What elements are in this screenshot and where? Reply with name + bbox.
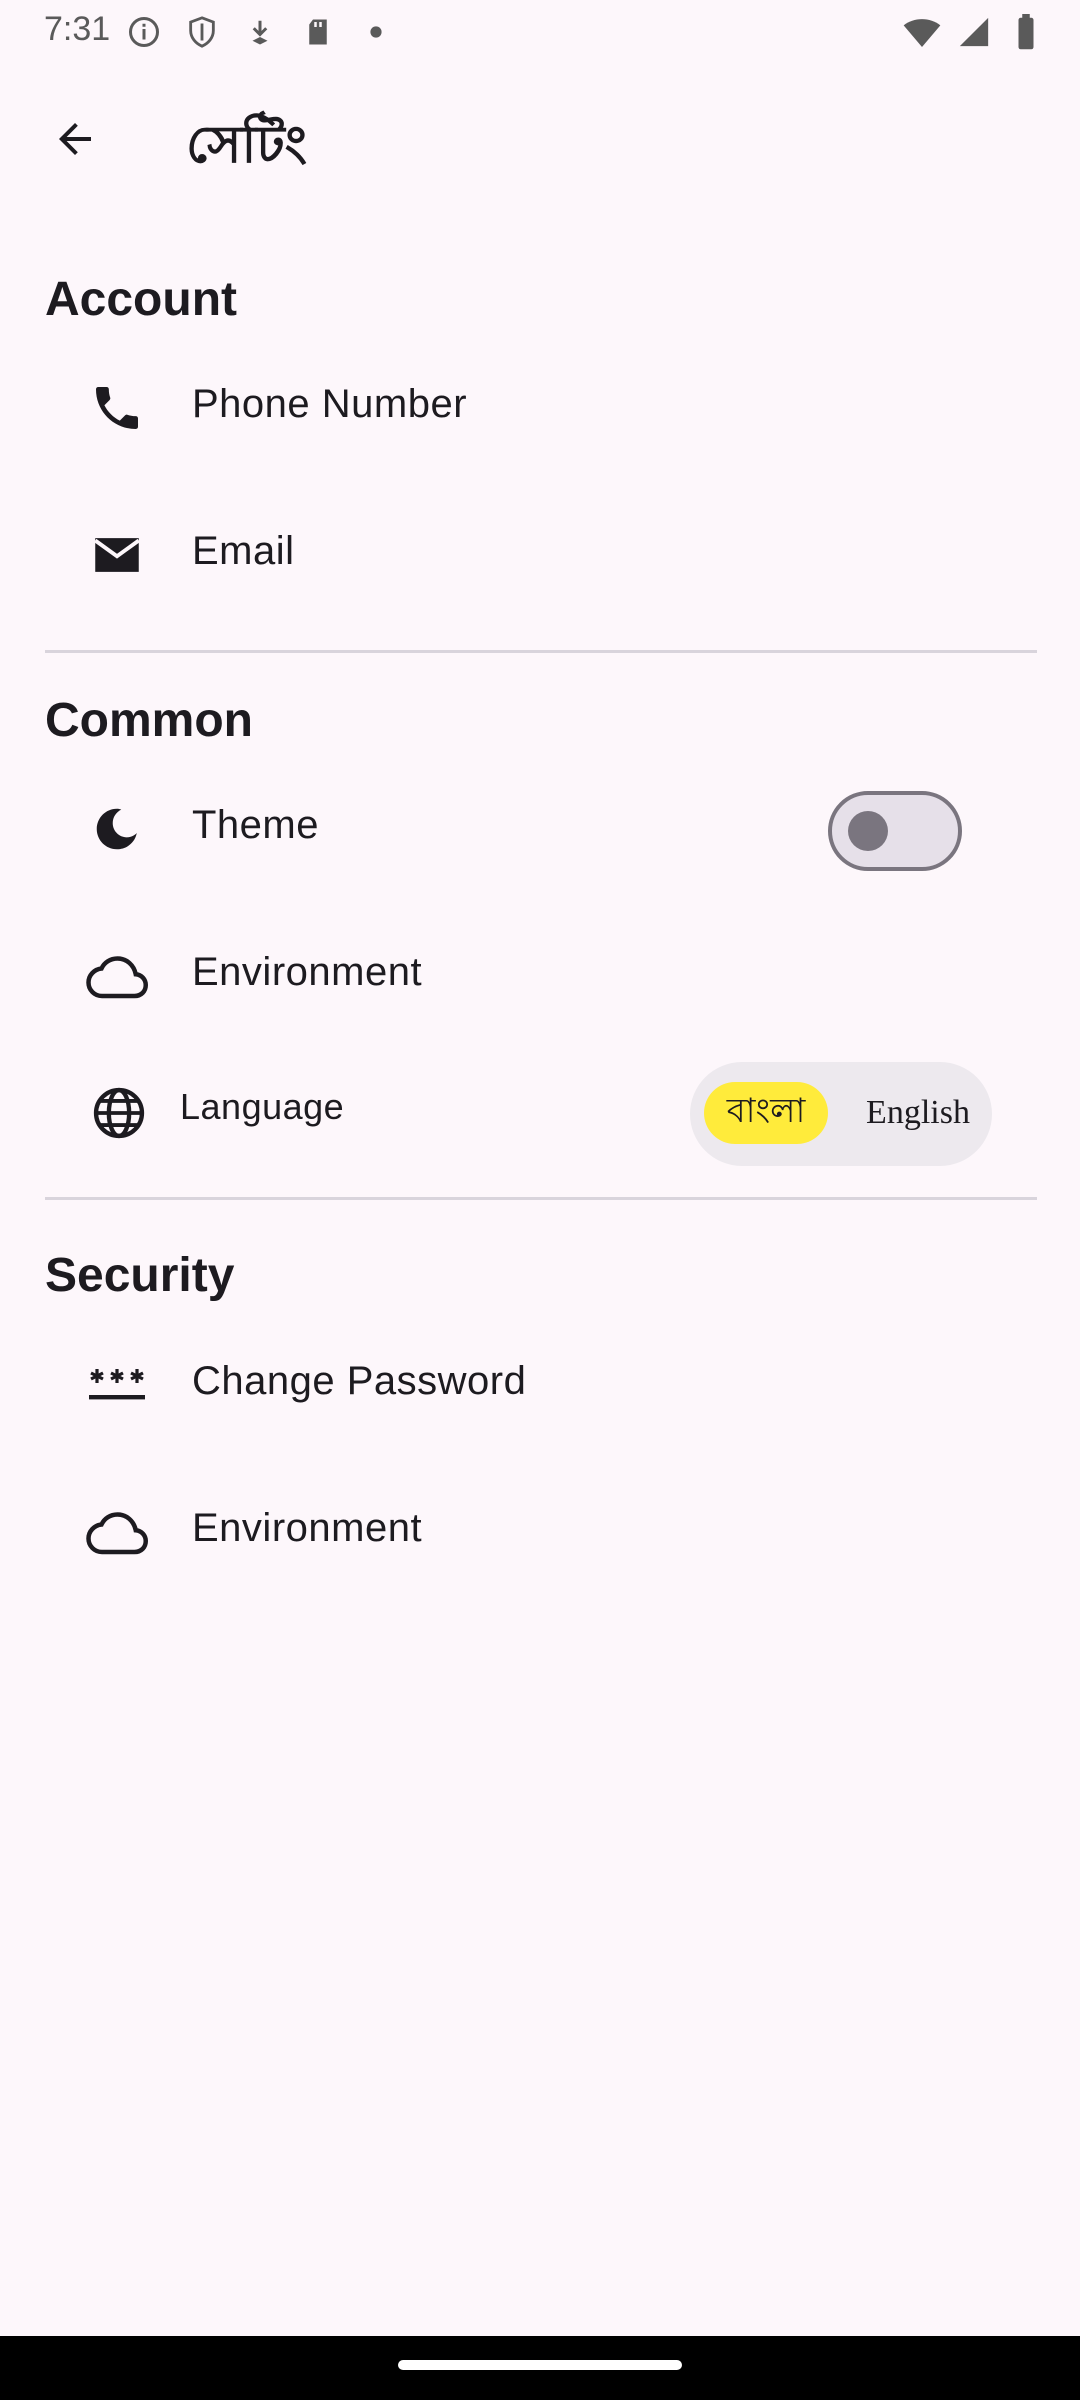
security-environment-item[interactable]: Environment <box>0 1472 1080 1592</box>
phone-number-label: Phone Number <box>192 382 468 426</box>
email-label: Email <box>192 529 295 573</box>
back-button[interactable] <box>40 106 110 176</box>
language-toggle: বাংলা English <box>690 1062 992 1166</box>
phone-icon <box>82 373 152 443</box>
phone-number-item[interactable]: Phone Number <box>0 348 1080 468</box>
moon-icon <box>82 794 152 864</box>
theme-item[interactable]: Theme <box>0 769 1080 889</box>
change-password-item[interactable]: Change Password <box>0 1325 1080 1445</box>
language-option-english[interactable]: English <box>858 1082 978 1144</box>
mail-icon <box>82 520 152 590</box>
change-password-label: Change Password <box>192 1359 527 1403</box>
section-title-common: Common <box>45 694 253 747</box>
globe-icon <box>84 1078 154 1148</box>
status-icons-left <box>124 12 396 52</box>
toggle-knob <box>848 811 888 851</box>
signal-icon <box>954 12 994 52</box>
password-icon <box>82 1350 152 1420</box>
home-handle[interactable] <box>398 2360 682 2370</box>
theme-toggle[interactable] <box>828 791 962 871</box>
battery-icon <box>1006 12 1046 52</box>
status-bar: 7:31 <box>0 0 1080 62</box>
app-bar: সেটিং <box>0 90 1080 180</box>
navigation-bar <box>0 2336 1080 2400</box>
info-icon <box>124 12 164 52</box>
sd-card-icon <box>298 12 338 52</box>
download-icon <box>240 12 280 52</box>
email-item[interactable]: Email <box>0 495 1080 615</box>
language-option-bangla[interactable]: বাংলা <box>704 1082 828 1144</box>
environment-item[interactable]: Environment <box>0 916 1080 1036</box>
cloud-icon <box>82 941 152 1011</box>
divider <box>45 650 1037 653</box>
wifi-icon <box>902 12 942 52</box>
shield-icon <box>182 12 222 52</box>
environment-label: Environment <box>192 950 423 994</box>
language-item: Language বাংলা English <box>0 1042 1080 1186</box>
dot-icon <box>356 12 396 52</box>
cloud-icon <box>82 1497 152 1567</box>
language-label: Language <box>180 1086 345 1127</box>
page-title: সেটিং <box>186 116 308 174</box>
security-environment-label: Environment <box>192 1506 423 1550</box>
arrow-back-icon <box>51 115 99 168</box>
status-time: 7:31 <box>44 10 111 48</box>
section-title-security: Security <box>45 1249 235 1302</box>
theme-label: Theme <box>192 803 319 847</box>
divider <box>45 1197 1037 1200</box>
section-title-account: Account <box>45 273 237 326</box>
status-icons-right <box>902 12 1046 52</box>
